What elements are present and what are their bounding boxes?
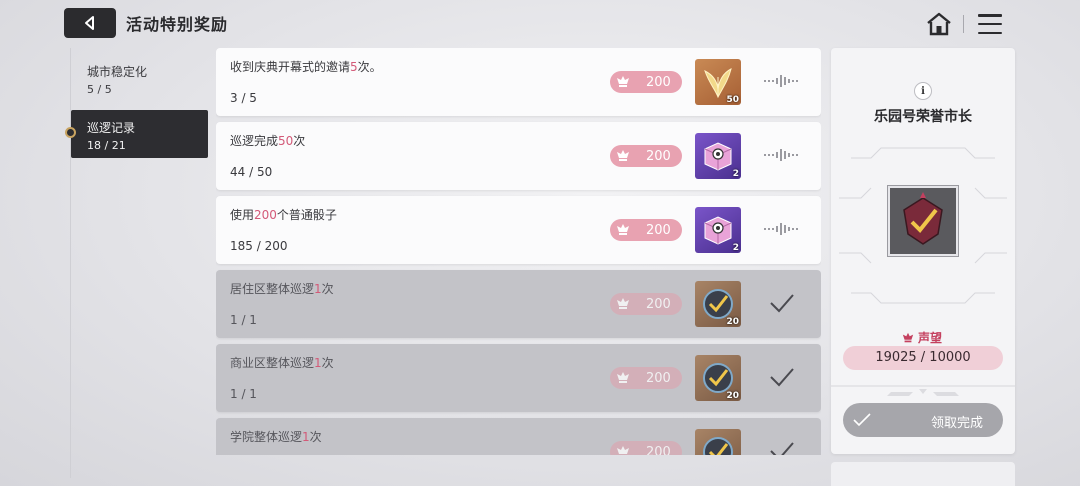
- sidebar-item-patrol-record[interactable]: 巡逻记录 18 / 21: [65, 110, 208, 158]
- reputation-icon: [617, 298, 629, 309]
- reputation-icon: [617, 224, 629, 235]
- task-progress: 1 / 1: [230, 313, 257, 327]
- check-icon: [853, 413, 871, 427]
- reputation-reward-pill: 200: [610, 219, 682, 241]
- task-row[interactable]: 居住区整体巡逻1次 1 / 1 200 20: [216, 270, 821, 338]
- item-quantity: 20: [726, 391, 739, 401]
- menu-button[interactable]: [978, 12, 1002, 36]
- header-divider: [963, 15, 964, 33]
- reputation-icon: [902, 332, 914, 342]
- reward-value: 200: [646, 222, 671, 238]
- reward-value: 200: [646, 74, 671, 90]
- reputation-icon: [617, 76, 629, 87]
- claim-complete-button[interactable]: 领取完成: [843, 403, 1003, 437]
- completed-check-icon: [770, 442, 794, 455]
- item-quantity: 2: [732, 243, 739, 253]
- mayor-badge-icon: [903, 192, 943, 245]
- reward-item[interactable]: 2: [695, 207, 741, 253]
- task-row[interactable]: 收到庆典开幕式的邀请5次。 3 / 5 200 50: [216, 48, 821, 116]
- task-description: 商业区整体巡逻1次: [230, 356, 334, 370]
- task-description: 居住区整体巡逻1次: [230, 282, 334, 296]
- reputation-icon: [617, 150, 629, 161]
- task-row[interactable]: 学院整体巡逻1次 200: [216, 418, 821, 455]
- home-button[interactable]: [925, 10, 953, 38]
- reputation-reward-pill: 200: [610, 367, 682, 389]
- task-description: 收到庆典开幕式的邀请5次。: [230, 60, 382, 74]
- task-progress: 1 / 1: [230, 387, 257, 401]
- task-progress: 185 / 200: [230, 239, 288, 253]
- reward-value: 200: [646, 296, 671, 312]
- sidebar-item-count: 5 / 5: [87, 83, 112, 96]
- task-row[interactable]: 巡逻完成50次 44 / 50 200 2: [216, 122, 821, 190]
- menu-icon: [978, 14, 1002, 17]
- task-row[interactable]: 商业区整体巡逻1次 1 / 1 200 20: [216, 344, 821, 412]
- reward-item[interactable]: 50: [695, 59, 741, 105]
- sound-wave-icon: [764, 149, 798, 161]
- sidebar: 城市稳定化 5 / 5 巡逻记录 18 / 21: [65, 48, 210, 478]
- reward-item[interactable]: 2: [695, 133, 741, 179]
- reward-item[interactable]: 20: [695, 281, 741, 327]
- panel-next-card: [831, 462, 1015, 486]
- sound-wave-icon: [764, 223, 798, 235]
- reputation-reward-pill: 200: [610, 293, 682, 315]
- reputation-value: 19025 / 10000: [843, 346, 1003, 370]
- reward-panel: i 乐园号荣誉市长 声望 19025 / 10000 领取完成: [831, 48, 1015, 454]
- top-bar: 活动特别奖励: [64, 8, 228, 38]
- reputation-reward-pill: 200: [610, 145, 682, 167]
- task-list[interactable]: 收到庆典开幕式的邀请5次。 3 / 5 200 50 巡逻完成50次 44 / …: [216, 48, 821, 455]
- reputation-reward-pill: 200: [610, 441, 682, 455]
- reward-value: 200: [646, 148, 671, 164]
- active-indicator-icon: [65, 127, 76, 138]
- claim-label: 领取完成: [931, 416, 984, 431]
- completed-check-icon: [770, 368, 794, 387]
- reward-value: 200: [646, 370, 671, 386]
- sidebar-item-count: 18 / 21: [87, 139, 126, 152]
- reward-value: 200: [646, 444, 671, 456]
- back-arrow-icon: [85, 16, 94, 30]
- reputation-icon: [617, 446, 629, 454]
- achievement-badge: [888, 186, 958, 256]
- achievement-title: 乐园号荣誉市长: [874, 109, 972, 125]
- reputation-label: 声望: [901, 329, 942, 346]
- reward-item[interactable]: [695, 429, 741, 455]
- reputation-icon: [617, 372, 629, 383]
- completed-check-icon: [770, 294, 794, 313]
- info-icon[interactable]: i: [914, 82, 932, 100]
- home-icon: [927, 12, 951, 36]
- task-progress: 44 / 50: [230, 165, 273, 179]
- back-button[interactable]: [64, 8, 116, 38]
- reward-item[interactable]: 20: [695, 355, 741, 401]
- task-description: 使用200个普通骰子: [230, 208, 337, 222]
- item-quantity: 50: [726, 95, 739, 105]
- task-row[interactable]: 使用200个普通骰子 185 / 200 200 2: [216, 196, 821, 264]
- task-progress: 3 / 5: [230, 91, 257, 105]
- task-description: 巡逻完成50次: [230, 134, 306, 148]
- sidebar-item-label: 城市稳定化: [87, 65, 148, 79]
- item-quantity: 20: [726, 317, 739, 327]
- sidebar-item-label: 巡逻记录: [87, 121, 136, 135]
- badge-check-icon: [703, 437, 733, 455]
- task-description: 学院整体巡逻1次: [230, 430, 322, 444]
- page-title: 活动特别奖励: [126, 15, 229, 34]
- reputation-reward-pill: 200: [610, 71, 682, 93]
- sound-wave-icon: [764, 75, 798, 87]
- sidebar-item-city-stabilization[interactable]: 城市稳定化 5 / 5: [71, 54, 208, 102]
- item-quantity: 2: [732, 169, 739, 179]
